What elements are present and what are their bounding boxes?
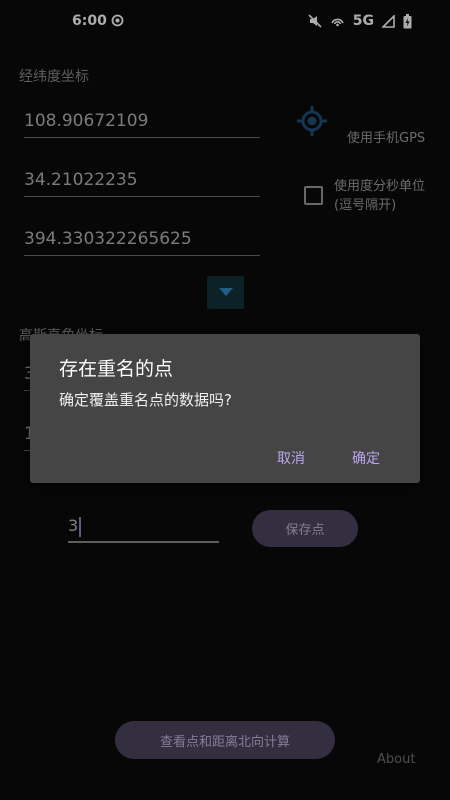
dialog-cancel-button[interactable]: 取消 xyxy=(277,448,305,468)
dialog-ok-button[interactable]: 确定 xyxy=(352,448,380,468)
dialog-message: 确定覆盖重名点的数据吗? xyxy=(59,391,232,409)
overwrite-dialog: 存在重名的点 确定覆盖重名点的数据吗? 取消 确定 xyxy=(30,334,420,483)
dialog-title: 存在重名的点 xyxy=(59,358,174,380)
